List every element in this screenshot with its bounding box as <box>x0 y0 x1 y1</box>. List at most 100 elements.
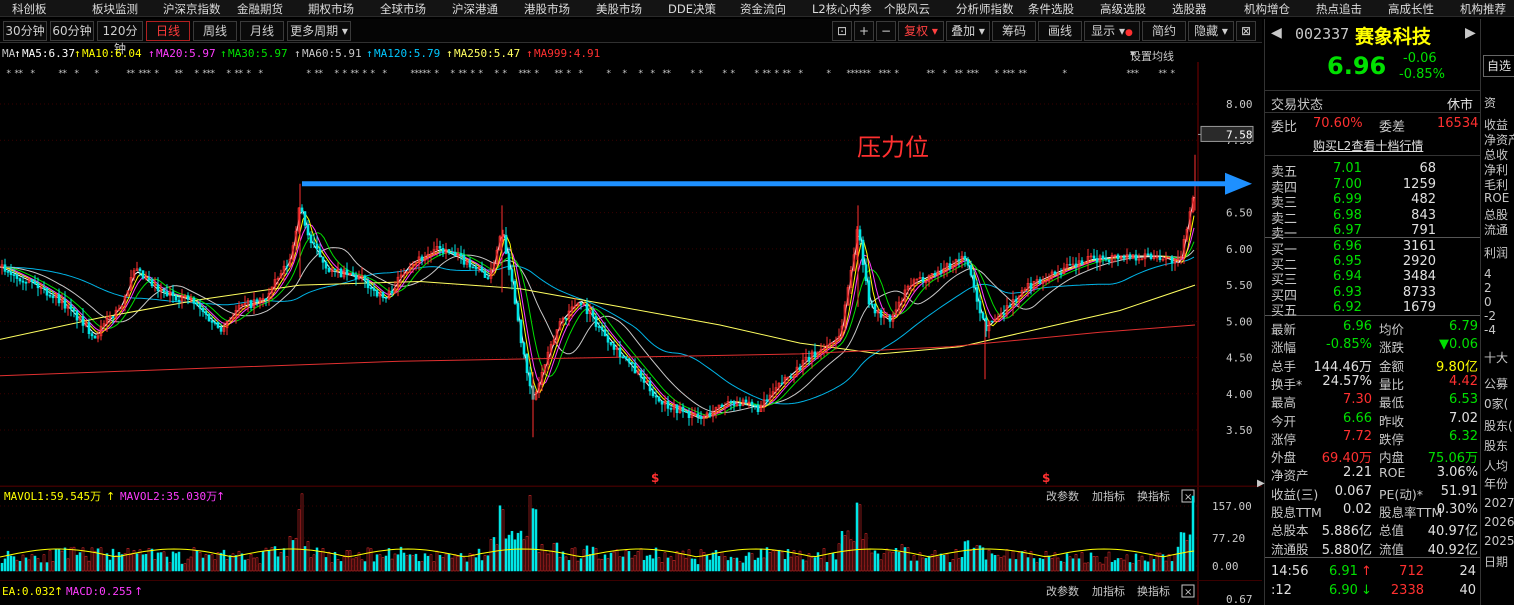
candle-body <box>171 291 175 297</box>
volume-bar <box>120 554 124 572</box>
overlay-button[interactable]: 叠加 ▾ <box>946 21 990 41</box>
candle-body <box>15 274 19 279</box>
l2-purchase-link[interactable]: 购买L2查看十档行情 <box>1313 137 1423 154</box>
volume-bar <box>300 493 304 572</box>
menu-item[interactable]: 高级选股 <box>1100 1 1146 16</box>
menu-item[interactable]: 沪深港通 <box>452 1 498 16</box>
period-daily[interactable]: 日线 <box>146 21 190 41</box>
macd-indicator-button[interactable]: 改参数 <box>1046 584 1079 598</box>
menu-item[interactable]: L2核心内参 <box>812 1 872 16</box>
chip-button[interactable]: 筹码 <box>992 21 1036 41</box>
volume-chart[interactable]: 157.0077.200.00MAVOL1:59.545万 ↑ MAVOL2:35.… <box>0 487 1262 580</box>
ma-arrow-icon: ↑ <box>74 47 81 60</box>
ask-price[interactable]: 7.01 <box>1333 161 1362 176</box>
hide-button[interactable]: 隐藏 ▾ <box>1188 21 1234 41</box>
volume-bar <box>1047 555 1051 572</box>
volume-bar <box>30 554 34 572</box>
menu-item[interactable]: 科创板 <box>12 1 47 16</box>
macd-chart[interactable]: EA:0.032 ↑ MACD:0.255 ↑ 改参数 加指标 换指标 ×0.67 <box>0 581 1262 605</box>
menu-item[interactable]: 热点追击 <box>1316 1 1362 16</box>
bid-price[interactable]: 6.96 <box>1333 239 1362 254</box>
volume-bar <box>129 554 133 572</box>
volume-bar <box>1017 552 1021 572</box>
bid-price[interactable]: 6.93 <box>1333 285 1362 300</box>
menu-item[interactable]: 机构增仓 <box>1244 1 1290 16</box>
tick-volume: 2338 <box>1390 583 1424 598</box>
menu-item[interactable]: 期权市场 <box>308 1 354 16</box>
candle-body <box>366 279 370 289</box>
menu-item[interactable]: DDE决策 <box>668 1 716 16</box>
volume-bar <box>195 550 199 572</box>
period-30min[interactable]: 30分钟 <box>3 21 47 41</box>
volume-bar <box>177 551 181 572</box>
period-more[interactable]: 更多周期 ▾ <box>287 21 351 41</box>
menu-item[interactable]: 选股器 <box>1172 1 1207 16</box>
period-120min[interactable]: 120分钟 <box>97 21 143 56</box>
volume-bar <box>324 557 328 572</box>
lock-icon[interactable]: ⊡ <box>832 21 852 41</box>
volume-bar <box>117 552 121 572</box>
simple-button[interactable]: 简约 <box>1142 21 1186 41</box>
menu-item[interactable]: 美股市场 <box>596 1 642 16</box>
volume-bar <box>21 554 25 572</box>
menu-item[interactable]: 全球市场 <box>380 1 426 16</box>
ask-price[interactable]: 7.00 <box>1333 177 1362 192</box>
macd-indicator-button[interactable]: 加指标 <box>1092 584 1125 598</box>
volume-bar <box>1056 557 1060 572</box>
menu-item[interactable]: 板块监测 <box>92 1 138 16</box>
display-button[interactable]: 显示 ▾● <box>1084 21 1140 41</box>
bid-price[interactable]: 6.92 <box>1333 300 1362 315</box>
menu-item[interactable]: 机构推荐 <box>1460 1 1506 16</box>
zoom-in-button[interactable]: + <box>854 21 874 41</box>
prev-stock-icon[interactable]: ◀ <box>1271 25 1282 41</box>
next-stock-icon[interactable]: ▶ <box>1465 25 1476 41</box>
menu-item[interactable]: 分析师指数 <box>956 1 1014 16</box>
collapse-handle-icon[interactable]: ▶ <box>1257 478 1265 500</box>
vol-indicator-button[interactable]: 加指标 <box>1092 489 1125 503</box>
menu-item[interactable]: 沪深京指数 <box>163 1 221 16</box>
ask-price[interactable]: 6.98 <box>1333 208 1362 223</box>
candle-body <box>309 234 313 244</box>
menu-item[interactable]: 个股风云 <box>884 1 930 16</box>
stat-value: ▼0.06 <box>1439 337 1478 353</box>
bid-price[interactable]: 6.95 <box>1333 254 1362 269</box>
candle-body <box>1149 253 1153 259</box>
candle-body <box>528 372 532 387</box>
menu-item[interactable]: 高成长性 <box>1388 1 1434 16</box>
bid-price[interactable]: 6.94 <box>1333 269 1362 284</box>
kline-chart[interactable]: 8.007.506.506.005.505.004.504.003.507.58… <box>0 62 1262 486</box>
menu-item[interactable]: 条件选股 <box>1028 1 1074 16</box>
volume-bar <box>879 559 883 572</box>
candle-body <box>441 247 445 254</box>
volume-bar <box>732 558 736 572</box>
volume-bar <box>1071 558 1075 572</box>
candle-body <box>264 298 268 300</box>
volume-bar <box>660 562 664 572</box>
stat-label: 收益(三) <box>1271 486 1319 502</box>
volume-bar <box>834 559 838 572</box>
stat-label: 量比 <box>1379 376 1405 392</box>
macd-indicator-button[interactable]: 换指标 <box>1137 584 1170 598</box>
period-weekly[interactable]: 周线 <box>193 21 237 41</box>
menu-item[interactable]: 资金流向 <box>740 1 786 16</box>
signal-star-icon: * <box>354 69 359 79</box>
close-icon[interactable]: ⊠ <box>1236 21 1256 41</box>
period-toolbar: 30分钟 60分钟 120分钟 日线 周线 月线 更多周期 ▾ ⊡ + − 复权… <box>0 19 1262 56</box>
draw-line-button[interactable]: 画线 <box>1038 21 1082 41</box>
signal-star-icon: * <box>334 69 339 79</box>
vol-indicator-button[interactable]: 改参数 <box>1046 489 1079 503</box>
volume-bar <box>549 550 553 572</box>
ask-price[interactable]: 6.97 <box>1333 223 1362 238</box>
ma-settings-button[interactable]: 设置均线 ▾ <box>1130 47 1174 63</box>
volume-bar <box>183 563 187 572</box>
period-60min[interactable]: 60分钟 <box>50 21 94 41</box>
zoom-out-button[interactable]: − <box>876 21 896 41</box>
menu-item[interactable]: 金融期货 <box>237 1 283 16</box>
menu-item[interactable]: 港股市场 <box>524 1 570 16</box>
period-monthly[interactable]: 月线 <box>240 21 284 41</box>
ask-price[interactable]: 6.99 <box>1333 192 1362 207</box>
vol-indicator-button[interactable]: 换指标 <box>1137 489 1170 503</box>
add-watchlist-button[interactable]: 自选 <box>1483 55 1514 77</box>
fuquan-button[interactable]: 复权 ▾ <box>898 21 944 41</box>
candle-body <box>948 263 952 269</box>
